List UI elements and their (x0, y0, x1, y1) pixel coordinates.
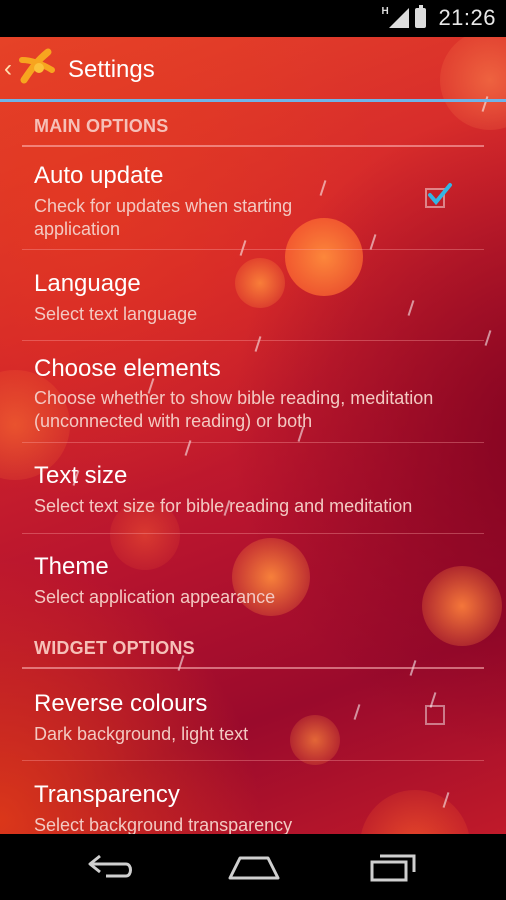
settings-screen: ‹ Settings MAIN OPTIONS Auto update Chec… (0, 0, 506, 834)
section-divider (22, 145, 484, 147)
pref-summary: Select text language (34, 304, 198, 324)
pref-summary: Dark background, light text (34, 724, 249, 744)
rain-streak (239, 240, 247, 256)
pref-summary: Check for updates when starting applicat… (34, 196, 293, 239)
home-icon[interactable] (226, 848, 282, 884)
pref-title: Auto update (34, 162, 164, 189)
reverse-colours-checkbox[interactable] (425, 705, 445, 725)
pref-title: Choose elements (34, 355, 221, 382)
pref-summary: Select application appearance (34, 587, 276, 607)
action-bar-divider (0, 99, 506, 102)
checkmark-icon (428, 183, 452, 206)
network-type-label: H (381, 6, 389, 17)
list-divider (22, 340, 484, 341)
pref-title: Reverse colours (34, 690, 208, 717)
status-clock: 21:26 (438, 5, 496, 30)
pref-summary: Select text size for bible reading and m… (34, 496, 413, 516)
rain-streak (484, 330, 492, 346)
pref-summary: Select background transparency (34, 815, 293, 834)
section-header-widget-options: WIDGET OPTIONS (34, 638, 195, 658)
pref-title: Text size (34, 462, 128, 489)
auto-update-checkbox[interactable] (425, 183, 452, 208)
app-logo-icon[interactable] (18, 46, 58, 86)
navigation-bar (0, 834, 506, 900)
back-icon[interactable] (86, 848, 138, 884)
rain-streak (319, 180, 327, 196)
list-divider (22, 249, 484, 250)
bokeh-light (235, 258, 285, 308)
back-caret-icon[interactable]: ‹ (4, 55, 12, 83)
pref-title: Theme (34, 553, 109, 580)
pref-title: Transparency (34, 781, 180, 808)
section-divider (22, 667, 484, 669)
list-divider (22, 760, 484, 761)
rain-streak (254, 336, 262, 352)
list-divider (22, 442, 484, 443)
battery-icon (415, 5, 427, 28)
rain-streak (369, 234, 377, 250)
bokeh-light (440, 30, 506, 130)
signal-icon (389, 8, 410, 28)
status-bar: H 21:26 (0, 0, 506, 37)
recents-icon[interactable] (368, 848, 420, 884)
pref-summary: Choose whether to show bible reading, me… (34, 388, 434, 431)
list-divider (22, 533, 484, 534)
page-title: Settings (68, 56, 155, 83)
pref-title: Language (34, 270, 141, 297)
rain-streak (353, 704, 361, 720)
section-header-main-options: MAIN OPTIONS (34, 116, 169, 136)
